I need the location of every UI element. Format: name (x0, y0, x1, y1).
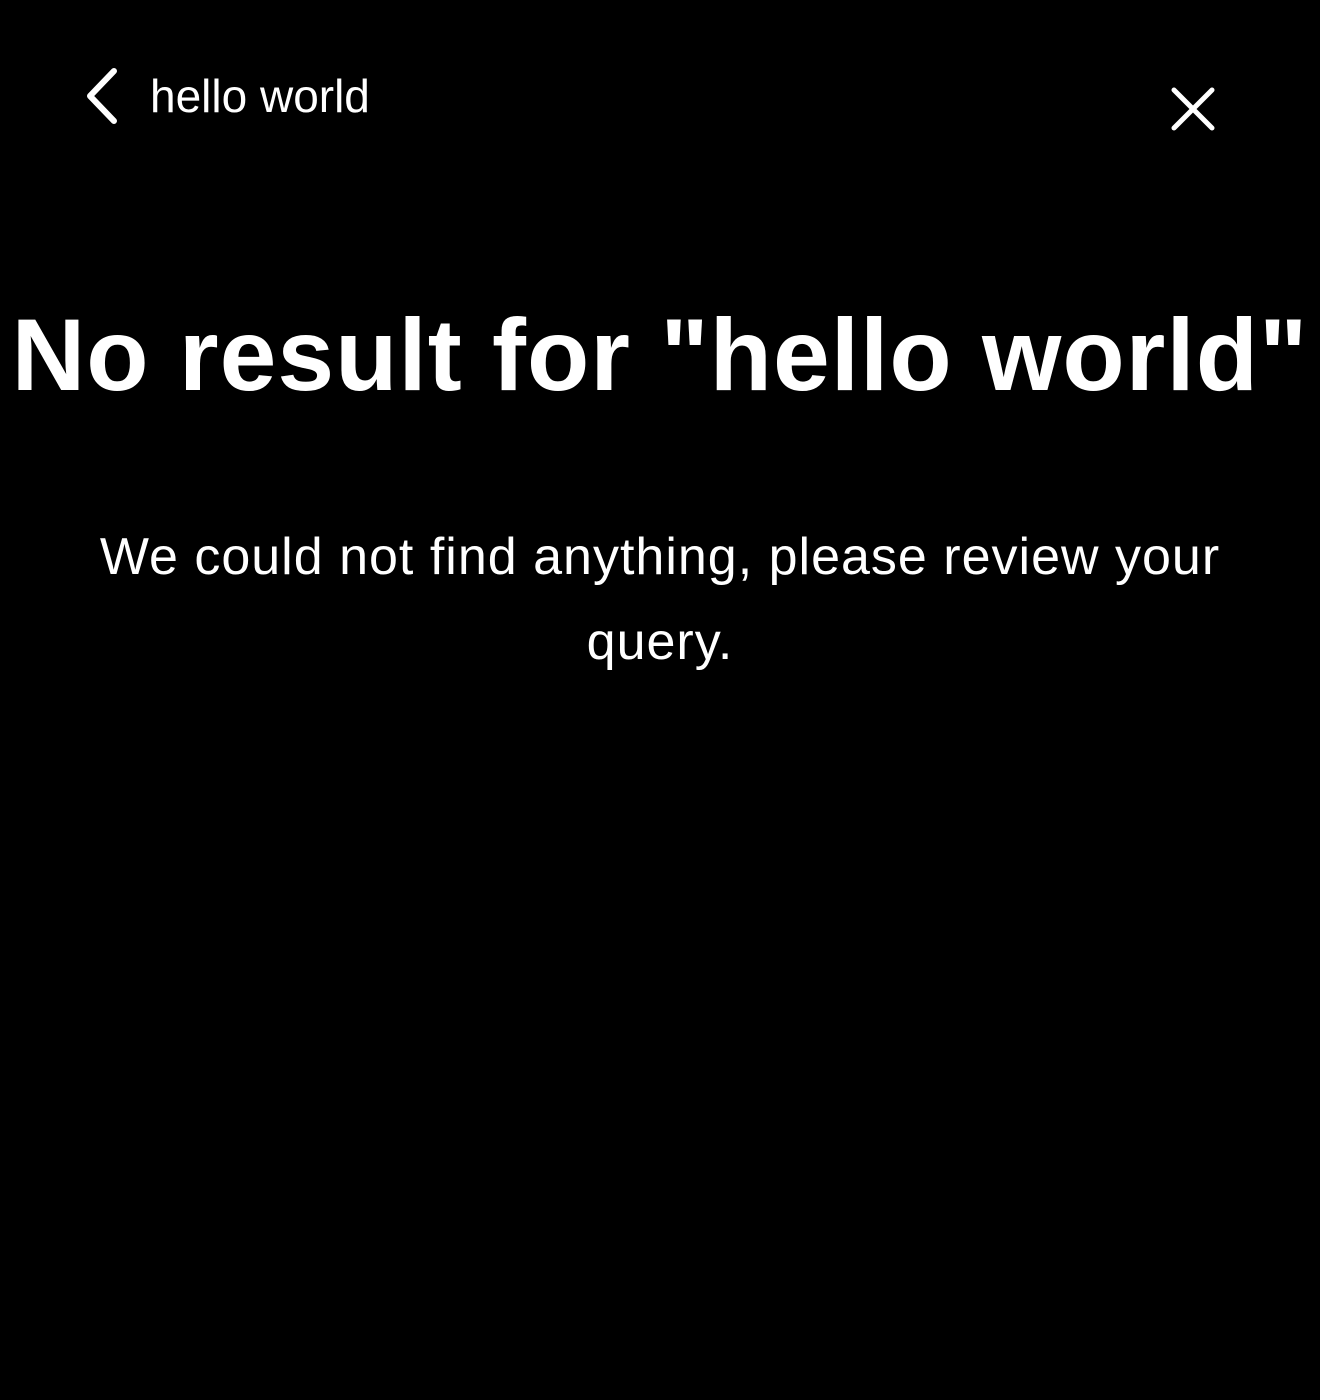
search-query-text[interactable]: hello world (150, 66, 370, 126)
back-button[interactable] (68, 58, 132, 134)
empty-state-message: We could not find anything, please revie… (99, 528, 1221, 671)
empty-state-title: No result for "hello world" (11, 298, 1309, 412)
close-icon (1171, 87, 1215, 131)
empty-state: No result for "hello world" We could not… (0, 296, 1320, 685)
close-button[interactable] (1156, 72, 1230, 146)
chevron-left-icon (87, 68, 117, 124)
search-header: hello world (0, 0, 1320, 190)
